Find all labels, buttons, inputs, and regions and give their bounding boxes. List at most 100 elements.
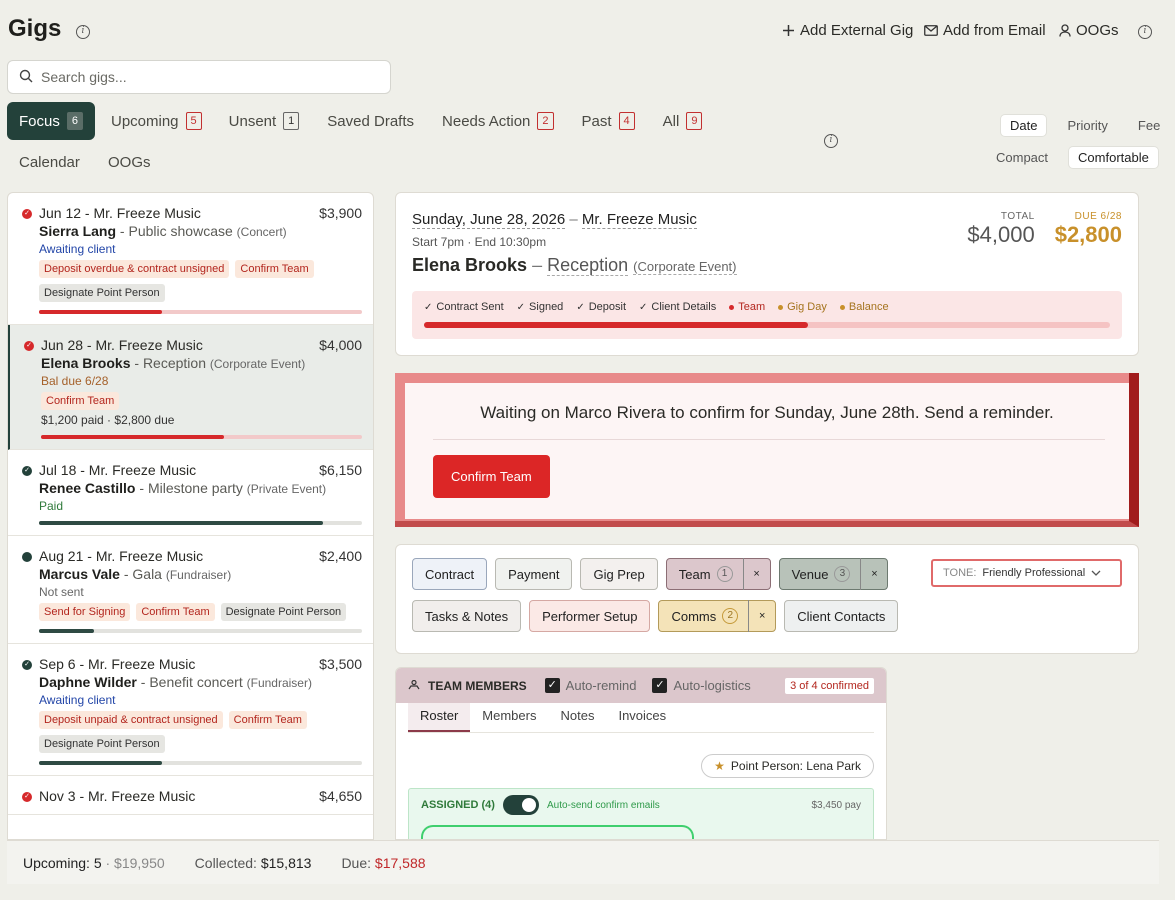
gig-chips: Confirm Team: [41, 392, 362, 410]
search-input[interactable]: Search gigs...: [7, 60, 391, 94]
gig-event: Milestone party: [147, 480, 243, 496]
tab-needs-action[interactable]: Needs Action 2: [442, 102, 554, 140]
tab-count: 1: [283, 112, 300, 130]
tab-notes[interactable]: Notes: [548, 703, 606, 732]
star-icon: ★: [714, 759, 725, 773]
auto-logistics-toggle[interactable]: ✓ Auto-logistics: [652, 678, 751, 693]
gig-prep-button[interactable]: Gig Prep: [580, 558, 658, 590]
auto-remind-toggle[interactable]: ✓ Auto-remind: [544, 678, 636, 693]
sort-fee[interactable]: Fee: [1129, 115, 1169, 136]
status-step: ✓ Contract Sent: [424, 301, 504, 313]
gig-card[interactable]: ✓ Jun 28 - Mr. Freeze Music $4,000 Elena Br…: [8, 325, 373, 450]
tasks-notes-button[interactable]: Tasks & Notes: [412, 600, 522, 632]
member-card[interactable]: [421, 825, 694, 839]
point-person-chip[interactable]: ★ Point Person: Lena Park: [701, 754, 874, 778]
tone-label: TONE:: [943, 567, 977, 579]
assigned-pay: $3,450 pay: [811, 799, 862, 811]
close-icon[interactable]: ×: [748, 600, 775, 632]
due-label: DUE 6/28: [1074, 211, 1122, 222]
confirm-team-button[interactable]: Confirm Team: [433, 455, 550, 498]
density-toggle: Compact Comfortable: [987, 147, 1158, 168]
detail-event[interactable]: Reception: [547, 255, 629, 276]
comms-count: 2: [722, 608, 739, 624]
gig-date-client: Jun 12 - Mr. Freeze Music: [39, 205, 201, 221]
gig-amount: $4,650: [319, 788, 362, 804]
info-icon[interactable]: i: [824, 134, 838, 148]
gig-progress: [39, 521, 362, 525]
add-from-email-button[interactable]: Add from Email: [924, 22, 1046, 39]
tab-focus[interactable]: Focus 6: [7, 102, 95, 140]
gig-progress: [39, 629, 362, 633]
gig-progress: [39, 761, 362, 765]
gig-date-client: Aug 21 - Mr. Freeze Music: [39, 548, 204, 564]
total-label: TOTAL: [1000, 211, 1035, 222]
status-step: ✓ Client Details: [639, 301, 716, 313]
page-title: Gigs: [8, 15, 62, 42]
gig-card-header: Jun 28 - Mr. Freeze Music $4,000: [41, 337, 362, 353]
info-icon[interactable]: i: [76, 25, 90, 39]
status-step-label: Balance: [848, 301, 889, 313]
collected-label: Collected:: [194, 854, 257, 871]
tab-saved-drafts[interactable]: Saved Drafts: [327, 102, 414, 140]
detail-time: Start 7pm · End 10:30pm: [412, 235, 547, 249]
gig-card[interactable]: ✓ Jul 18 - Mr. Freeze Music $6,150 Renee Ca…: [8, 450, 373, 536]
status-steps: ✓ Contract Sent ✓ Signed ✓ Deposit ✓ Client Det…: [412, 291, 1122, 313]
upcoming-count: 5: [93, 854, 102, 871]
chevron-down-icon: [1091, 567, 1101, 579]
info-icon[interactable]: i: [1138, 25, 1152, 39]
detail-date[interactable]: Sunday, June 28, 2026: [412, 211, 566, 229]
gig-amount: $6,150: [319, 462, 362, 478]
tab-label: Focus: [19, 112, 60, 130]
venue-button[interactable]: Venue 3 ×: [778, 558, 889, 590]
check-circle-icon: ✓: [22, 792, 32, 802]
gig-status: Awaiting client: [39, 693, 116, 707]
tone-select[interactable]: TONE: Friendly Professional: [931, 559, 1122, 587]
gig-paid-line: $1,200 paid · $2,800 due: [41, 413, 175, 427]
client-contacts-button[interactable]: Client Contacts: [784, 600, 899, 632]
gig-status: Awaiting client: [39, 242, 116, 256]
tab-all[interactable]: All 9: [663, 102, 703, 140]
assigned-label: ASSIGNED (4): [421, 799, 495, 811]
status-step: Balance: [839, 301, 889, 313]
comms-button[interactable]: Comms 2 ×: [658, 600, 777, 632]
payment-button[interactable]: Payment: [495, 558, 573, 590]
check-icon: ✓: [639, 301, 648, 313]
gig-detail-header: Sunday, June 28, 2026 – Mr. Freeze Music…: [395, 192, 1139, 356]
detail-client[interactable]: Mr. Freeze Music: [581, 211, 697, 229]
check-circle-icon: ✓: [22, 466, 32, 476]
gig-card[interactable]: ✓ Nov 3 - Mr. Freeze Music $4,650: [8, 776, 373, 815]
sort-priority[interactable]: Priority: [1058, 115, 1116, 136]
tab-calendar[interactable]: Calendar: [19, 143, 80, 181]
oogs-button[interactable]: OOGs: [1059, 22, 1119, 39]
team-button[interactable]: Team 1 ×: [665, 558, 771, 590]
tab-members[interactable]: Members: [470, 703, 548, 732]
close-icon[interactable]: ×: [742, 558, 770, 590]
sort-date[interactable]: Date: [1001, 115, 1047, 136]
gig-date-client: Nov 3 - Mr. Freeze Music: [39, 788, 196, 804]
tab-oogs[interactable]: OOGs: [108, 143, 151, 181]
tab-upcoming[interactable]: Upcoming 5: [111, 102, 202, 140]
tab-unsent[interactable]: Unsent 1: [229, 102, 300, 140]
gig-category: (Fundraiser): [165, 568, 232, 582]
tab-roster[interactable]: Roster: [408, 703, 471, 732]
check-circle-icon: ✓: [22, 660, 32, 670]
tab-invoices[interactable]: Invoices: [606, 703, 678, 732]
check-circle-icon: ✓: [22, 209, 32, 219]
performer-setup-button[interactable]: Performer Setup: [529, 600, 651, 632]
alert-inner: Waiting on Marco Rivera to confirm for S…: [405, 383, 1129, 519]
density-compact[interactable]: Compact: [987, 147, 1057, 168]
density-comfortable[interactable]: Comfortable: [1069, 147, 1158, 168]
gig-chips: Send for Signing Confirm Team Designate Po…: [39, 603, 362, 621]
gig-card[interactable]: ✓ Sep 6 - Mr. Freeze Music $3,500 Daphne Wi…: [8, 644, 373, 776]
check-icon: ✓: [576, 301, 585, 313]
auto-logistics-label: Auto-logistics: [673, 678, 751, 693]
gig-card[interactable]: Aug 21 - Mr. Freeze Music $2,400 Marcus Va…: [8, 536, 373, 644]
gig-progress: [39, 310, 362, 314]
auto-send-toggle[interactable]: [502, 795, 539, 815]
contract-button[interactable]: Contract: [412, 558, 488, 590]
add-external-gig-button[interactable]: Add External Gig: [782, 22, 913, 39]
detail-date-line: Sunday, June 28, 2026 – Mr. Freeze Music: [412, 211, 697, 229]
close-icon[interactable]: ×: [860, 558, 887, 590]
tab-past[interactable]: Past 4: [582, 102, 635, 140]
gig-card[interactable]: ✓ Jun 12 - Mr. Freeze Music $3,900 Sierra L…: [8, 193, 373, 325]
